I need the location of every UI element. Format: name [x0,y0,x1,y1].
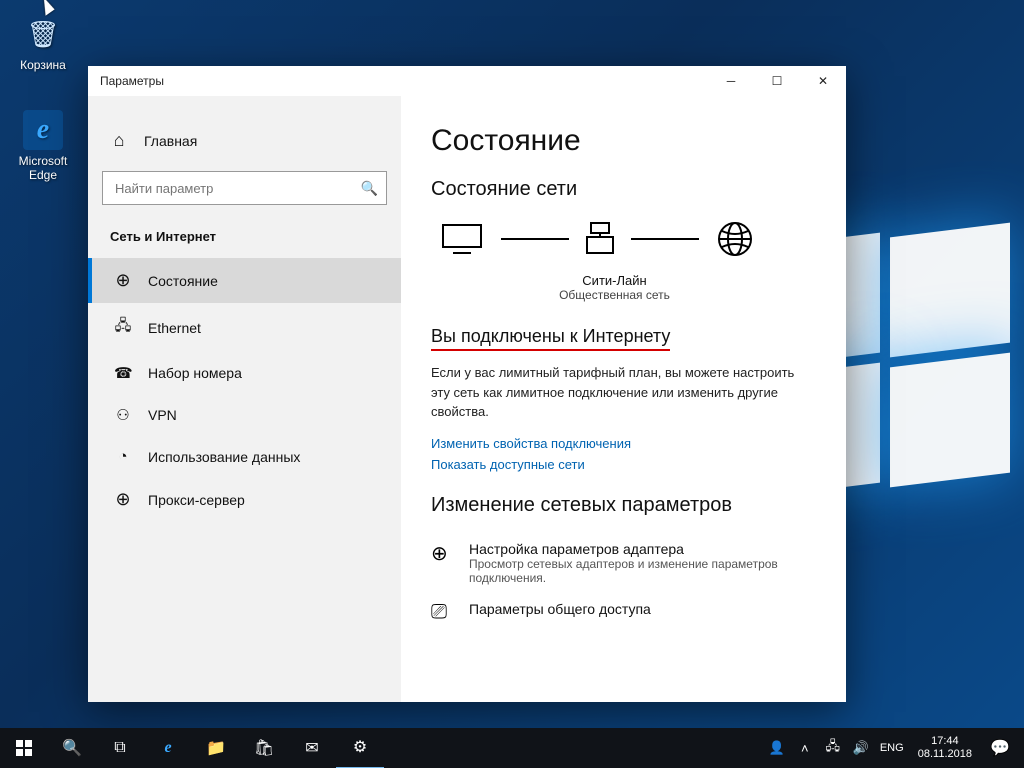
link-change-connection-props[interactable]: Изменить свойства подключения [431,436,816,451]
sidebar-item-label: Прокси-сервер [148,492,245,508]
start-button[interactable] [0,728,48,768]
sidebar-section-header: Сеть и Интернет [88,223,401,258]
close-button[interactable]: ✕ [800,66,846,96]
option-sharing-settings[interactable]: ⎚ Параметры общего доступа [431,591,816,630]
status-icon [114,270,132,291]
taskbar-mail[interactable]: ✉ [288,728,336,768]
desktop-icon-edge[interactable]: e Microsoft Edge [8,110,78,182]
taskbar-edge[interactable]: e [144,728,192,768]
titlebar[interactable]: Параметры ─ ☐ ✕ [88,66,846,96]
tray-volume-icon[interactable]: 🔊 [848,728,874,768]
sidebar-item-label: Набор номера [148,365,242,381]
taskbar-search-button[interactable]: 🔍 [48,728,96,768]
sidebar-item-label: Состояние [148,273,218,289]
tray-chevron-up-icon[interactable]: ˄ [792,728,818,768]
tray-clock[interactable]: 17:44 08.11.2018 [910,735,980,761]
option-title: Настройка параметров адаптера [469,541,816,557]
diagram-globe-icon [715,219,755,259]
task-view-button[interactable]: ⧉ [96,728,144,768]
tray-network-icon[interactable]: 🖧 [820,728,846,768]
content-pane: Состояние Состояние сети Си [401,96,846,702]
maximize-button[interactable]: ☐ [754,66,800,96]
tray-time: 17:44 [918,735,972,748]
sidebar-item-data-usage[interactable]: Использование данных [88,436,401,477]
link-show-available-networks[interactable]: Показать доступные сети [431,457,816,472]
data-usage-icon [114,448,132,465]
connected-description: Если у вас лимитный тарифный план, вы мо… [431,363,816,422]
sidebar-item-label: Использование данных [148,449,300,465]
settings-window: Параметры ─ ☐ ✕ Главная 🔍 Сеть и Интерне… [88,66,846,702]
tray-date: 08.11.2018 [918,748,972,761]
vpn-icon [114,406,132,424]
edge-icon: e [23,110,63,150]
diagram-line [631,238,699,240]
network-diagram [431,215,816,267]
diagram-router-icon [585,221,615,257]
window-title: Параметры [100,74,708,88]
tray-language[interactable]: ENG [876,728,908,768]
tray-people-icon[interactable]: 👤 [764,728,790,768]
network-type: Общественная сеть [413,288,816,302]
page-title: Состояние [431,124,816,158]
search-input[interactable] [113,180,361,197]
sidebar-item-label: VPN [148,407,177,423]
sidebar-item-proxy[interactable]: Прокси-сервер [88,477,401,522]
sidebar: Главная 🔍 Сеть и Интернет Состояние Ethe… [88,96,401,702]
diagram-line [501,238,569,240]
system-tray: 👤 ˄ 🖧 🔊 ENG 17:44 08.11.2018 💬 [764,728,1024,768]
taskbar-store[interactable]: 🛍 [240,728,288,768]
connected-heading: Вы подключены к Интернету [431,326,670,351]
home-icon [110,130,128,151]
sidebar-item-ethernet[interactable]: Ethernet [88,303,401,352]
search-icon: 🔍 [361,180,378,197]
change-settings-header: Изменение сетевых параметров [431,494,816,517]
diagram-pc-icon [439,221,485,257]
sidebar-item-dialup[interactable]: Набор номера [88,352,401,394]
option-title: Параметры общего доступа [469,601,651,617]
sharing-icon: ⎚ [431,601,455,624]
desktop[interactable]: 🗑 Корзина e Microsoft Edge Параметры ─ ☐… [0,0,1024,768]
sidebar-item-label: Ethernet [148,320,201,336]
desktop-icon-label: Корзина [8,58,78,72]
home-label: Главная [144,133,197,149]
option-desc: Просмотр сетевых адаптеров и изменение п… [469,557,816,585]
desktop-icon-recycle-bin[interactable]: 🗑 Корзина [8,14,78,72]
taskbar-file-explorer[interactable]: 📁 [192,728,240,768]
taskbar: 🔍 ⧉ e 📁 🛍 ✉ ⚙ 👤 ˄ 🖧 🔊 ENG 17:44 08.11.20… [0,728,1024,768]
sidebar-item-vpn[interactable]: VPN [88,394,401,436]
search-box[interactable]: 🔍 [102,171,387,205]
proxy-icon [114,489,132,510]
recycle-bin-icon: 🗑 [23,14,63,54]
home-button[interactable]: Главная [88,122,401,159]
taskbar-settings[interactable]: ⚙ [336,727,384,768]
option-adapter-settings[interactable]: ⊕ Настройка параметров адаптера Просмотр… [431,531,816,591]
minimize-button[interactable]: ─ [708,66,754,96]
network-status-header: Состояние сети [431,178,816,201]
desktop-icon-label: Microsoft Edge [8,154,78,182]
tray-notifications-icon[interactable]: 💬 [982,728,1018,768]
sidebar-item-status[interactable]: Состояние [88,258,401,303]
dialup-icon [114,364,132,382]
network-name: Сити-Лайн [413,273,816,288]
ethernet-icon [114,315,132,340]
adapter-icon: ⊕ [431,541,455,566]
